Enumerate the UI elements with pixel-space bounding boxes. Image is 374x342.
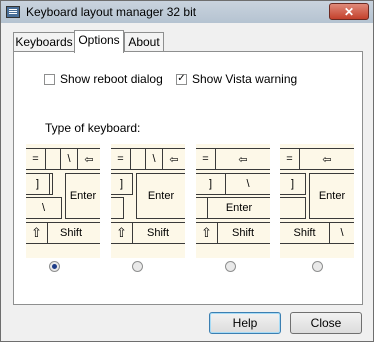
- kb3-key-equals: =: [196, 148, 216, 170]
- kb3-backspace-key: ⇦: [215, 148, 270, 170]
- tab-about[interactable]: About: [124, 32, 164, 52]
- kb4-key-left: [280, 197, 306, 219]
- kb1-shift-key: Shift: [47, 222, 100, 244]
- kb3-shift-arrow-icon: ⇧: [196, 222, 218, 244]
- options-panel: Show reboot dialog ✓ Show Vista warning …: [13, 51, 363, 305]
- keyboard-type-label: Type of keyboard:: [45, 121, 141, 135]
- kb3-enter-key: Enter: [207, 197, 270, 219]
- kb1-key-edge: [49, 173, 53, 195]
- kb3-key-left: [196, 197, 208, 219]
- window-close-button[interactable]: ✕: [329, 3, 369, 20]
- kb3-key-backslash: \: [225, 173, 270, 195]
- kb1-key-blank: [45, 148, 61, 170]
- kb1-enter-key: Enter: [65, 173, 100, 219]
- layout-2-radio[interactable]: [132, 261, 143, 272]
- kb3-shift-key: Shift: [217, 222, 270, 244]
- keyboard-app-icon: [6, 6, 20, 18]
- keyboard-layout-2[interactable]: = \ ⇦ ] Enter ⇧ Shift: [111, 144, 185, 258]
- vista-checkbox-label: Show Vista warning: [192, 72, 298, 86]
- kb2-enter-key: Enter: [136, 173, 185, 219]
- kb2-key-blank: [130, 148, 146, 170]
- keyboard-layout-1[interactable]: = \ ⇦ ] \ Enter ⇧ Shift: [26, 144, 100, 258]
- title-bar[interactable]: Keyboard layout manager 32 bit ✕: [1, 1, 373, 23]
- tab-keyboards[interactable]: Keyboards: [13, 32, 75, 52]
- tab-options[interactable]: Options: [74, 30, 124, 53]
- kb4-key-bracket: ]: [280, 173, 306, 195]
- kb2-key-backslash: \: [145, 148, 163, 170]
- kb4-enter-key: Enter: [309, 173, 354, 219]
- show-reboot-dialog-checkbox[interactable]: Show reboot dialog: [44, 72, 163, 86]
- reboot-checkbox-label: Show reboot dialog: [60, 72, 163, 86]
- kb4-key-backslash: \: [329, 222, 354, 244]
- keyboard-layout-3[interactable]: = ⇦ ] \ Enter ⇧ Shift: [196, 144, 270, 258]
- kb1-key-equals: =: [26, 148, 46, 170]
- layout-4-radio[interactable]: [312, 261, 323, 272]
- kb2-shift-arrow-icon: ⇧: [111, 222, 133, 244]
- kb2-key-bracket: ]: [111, 173, 133, 195]
- reboot-checkbox-box[interactable]: [44, 73, 55, 85]
- kb4-key-equals: =: [280, 148, 300, 170]
- kb2-key-equals: =: [111, 148, 131, 170]
- kb2-backspace-key: ⇦: [162, 148, 185, 170]
- help-button[interactable]: Help: [209, 312, 281, 334]
- layout-3-radio[interactable]: [225, 261, 236, 272]
- keyboard-layout-4[interactable]: = ⇦ ] Enter Shift \: [280, 144, 354, 258]
- kb4-shift-key: Shift: [280, 222, 330, 244]
- window-title: Keyboard layout manager 32 bit: [26, 5, 197, 19]
- close-button[interactable]: Close: [290, 312, 362, 334]
- kb2-key-left: [111, 197, 124, 219]
- kb1-key-backslash: \: [60, 148, 78, 170]
- kb2-shift-key: Shift: [132, 222, 185, 244]
- check-mark-icon: ✓: [177, 73, 186, 84]
- app-window: Keyboard layout manager 32 bit ✕ Keyboar…: [0, 0, 374, 342]
- kb1-key-backslash-2: \: [26, 197, 62, 219]
- kb1-shift-arrow-icon: ⇧: [26, 222, 48, 244]
- show-vista-warning-checkbox[interactable]: ✓ Show Vista warning: [176, 72, 297, 86]
- vista-checkbox-box[interactable]: ✓: [176, 73, 187, 85]
- layout-1-radio[interactable]: [49, 261, 60, 272]
- kb4-backspace-key: ⇦: [299, 148, 354, 170]
- kb1-key-bracket: ]: [26, 173, 50, 195]
- kb1-backspace-key: ⇦: [77, 148, 100, 170]
- kb3-key-bracket: ]: [196, 173, 226, 195]
